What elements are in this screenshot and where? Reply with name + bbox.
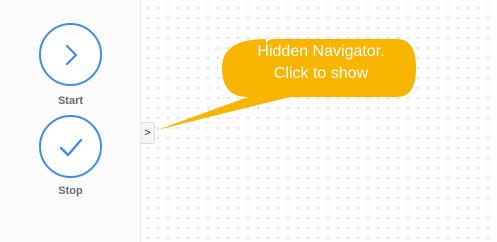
callout-text: Hidden Navigator. Click to show <box>228 41 414 85</box>
navigator-toggle-button[interactable]: > <box>141 122 155 144</box>
start-node[interactable]: Start <box>39 23 102 107</box>
callout-line-2: Click to show <box>273 65 369 82</box>
stop-node-circle[interactable] <box>39 115 102 178</box>
start-node-label: Start <box>57 95 84 107</box>
node-palette: Start Stop <box>0 0 141 242</box>
start-node-circle[interactable] <box>39 23 102 86</box>
stop-node[interactable]: Stop <box>39 115 102 197</box>
chevron-right-icon <box>65 44 77 65</box>
stop-node-label: Stop <box>58 185 83 197</box>
callout-line-1: Hidden Navigator. <box>257 43 385 60</box>
checkmark-icon <box>59 138 82 156</box>
